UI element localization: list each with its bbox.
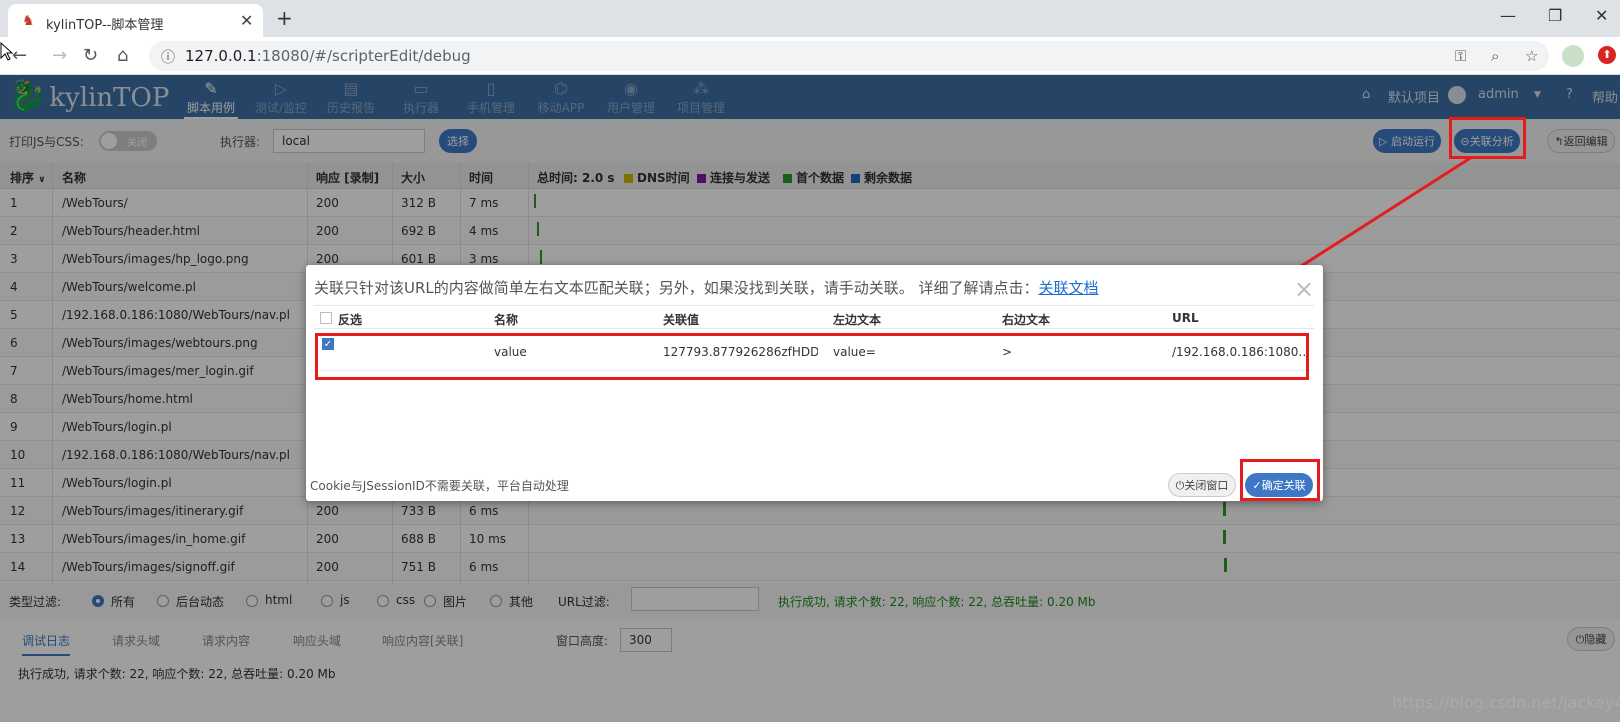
- col-value: 关联值: [663, 313, 700, 327]
- bookmark-star-icon[interactable]: ☆: [1525, 47, 1538, 65]
- url-field[interactable]: ⓘ 127.0.0.1:18080/#/scripterEdit/debug ⚿…: [149, 41, 1549, 71]
- favicon-icon: ♞: [22, 13, 35, 29]
- restore-icon[interactable]: ❐: [1548, 6, 1562, 25]
- dialog-title: 关联只针对该URL的内容做简单左右文本匹配关联；另外，如果没找到关联，请手动关联…: [314, 277, 1099, 298]
- address-bar: ← → ↻ ⌂ ⓘ 127.0.0.1:18080/#/scripterEdit…: [0, 37, 1620, 75]
- watermark: https://blog.csdn.net/jackey422: [1392, 693, 1620, 712]
- correlation-dialog: 关联只针对该URL的内容做简单左右文本匹配关联；另外，如果没找到关联，请手动关联…: [306, 265, 1323, 501]
- site-info-icon[interactable]: ⓘ: [161, 47, 175, 67]
- col-name: 名称: [494, 313, 519, 327]
- key-icon[interactable]: ⚿: [1455, 47, 1466, 65]
- tab-close-icon[interactable]: ✕: [240, 11, 253, 30]
- select-all-checkbox[interactable]: [320, 312, 332, 324]
- minimize-icon[interactable]: —: [1500, 6, 1516, 25]
- mouse-cursor-icon: [0, 42, 14, 61]
- correlation-table-header: 反选 名称 关联值 左边文本 右边文本 URL: [314, 305, 1314, 329]
- dialog-footer-note: Cookie与JSessionID不需要关联，平台自动处理: [310, 479, 569, 493]
- close-dialog-label: 关闭窗口: [1184, 479, 1229, 492]
- browser-tab-bar: ♞ kylinTOP--脚本管理 ✕ + — ❐ ✕: [0, 0, 1620, 37]
- url-path: :18080/#/scripterEdit/debug: [256, 47, 471, 65]
- reload-icon[interactable]: ↻: [83, 45, 98, 66]
- tab-title: kylinTOP--脚本管理: [46, 18, 164, 33]
- highlight-correlate-button: [1449, 117, 1526, 159]
- dialog-close-icon[interactable]: ×: [1294, 275, 1314, 303]
- home-icon[interactable]: ⌂: [117, 45, 128, 66]
- highlight-correlation-row: [315, 333, 1309, 380]
- correlation-doc-link[interactable]: 关联文档: [1039, 279, 1099, 297]
- window-close-icon[interactable]: ✕: [1595, 6, 1608, 25]
- col-right-text: 右边文本: [1002, 313, 1051, 327]
- col-left-text: 左边文本: [833, 313, 882, 327]
- highlight-confirm-button: [1240, 459, 1320, 501]
- forward-icon[interactable]: →: [52, 45, 67, 66]
- url-text: 127.0.0.1:18080/#/scripterEdit/debug: [185, 47, 471, 65]
- profile-avatar[interactable]: [1562, 45, 1584, 67]
- browser-tab[interactable]: ♞ kylinTOP--脚本管理 ✕: [8, 4, 263, 37]
- new-tab-icon[interactable]: +: [276, 6, 293, 30]
- close-dialog-button[interactable]: ⏻关闭窗口: [1168, 473, 1236, 497]
- zoom-icon[interactable]: ⌕: [1491, 47, 1499, 65]
- extension-icon[interactable]: ⬆: [1598, 46, 1616, 64]
- back-icon[interactable]: ←: [12, 45, 27, 66]
- col-url: URL: [1172, 311, 1199, 325]
- url-host: 127.0.0.1: [185, 47, 257, 65]
- dialog-title-text: 关联只针对该URL的内容做简单左右文本匹配关联；另外，如果没找到关联，请手动关联…: [314, 279, 1039, 297]
- col-invert-select[interactable]: 反选: [338, 311, 362, 328]
